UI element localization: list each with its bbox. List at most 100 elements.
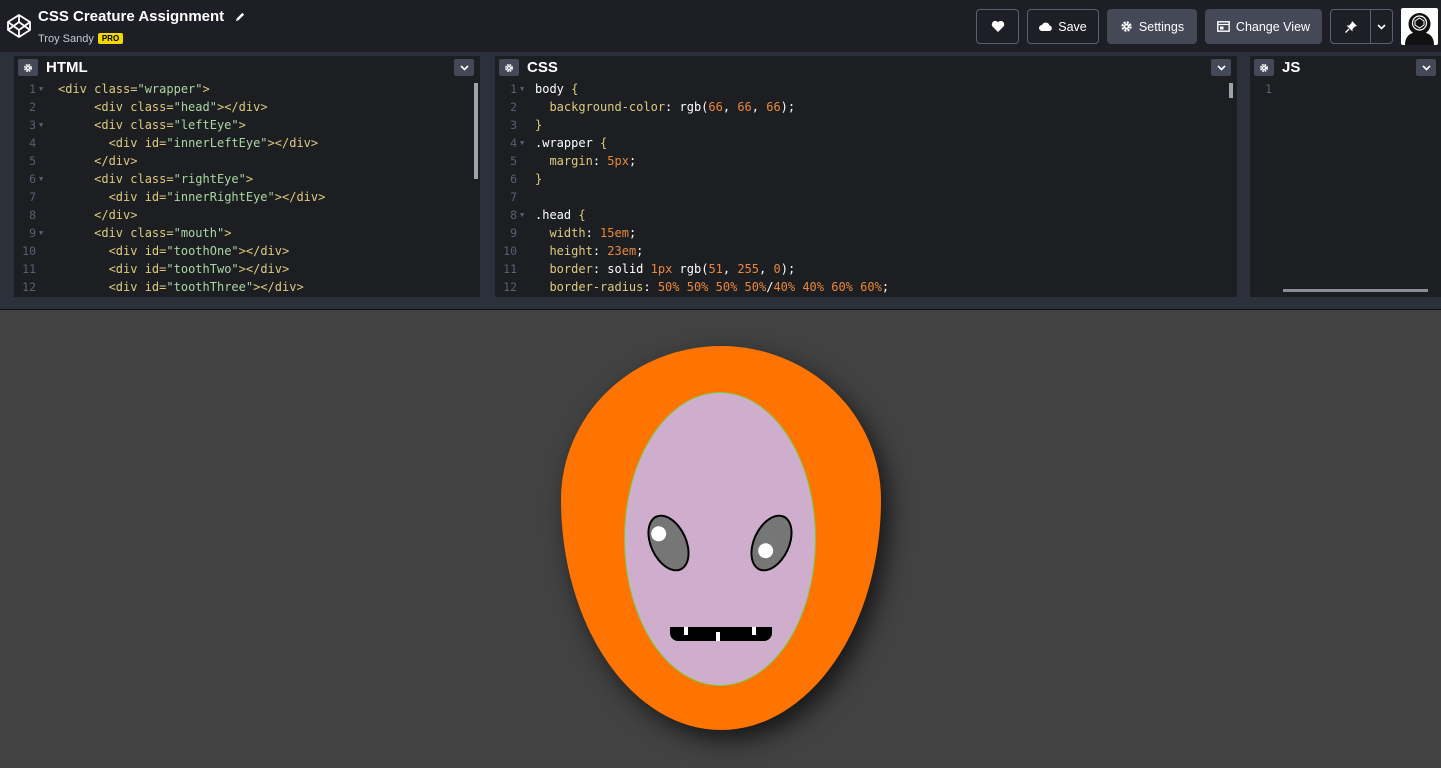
js-editor[interactable]: JS 1 [1250,56,1441,297]
code-token: "innerRightEye" [166,190,275,204]
code-line[interactable]: 1 ▼ <div class="wrapper"> [14,80,480,98]
code-line[interactable]: 10 height: 23em; [495,242,1237,260]
fold-arrow-icon[interactable]: ▼ [39,80,43,98]
chevron-down-icon [1421,64,1431,71]
save-label: Save [1058,19,1087,34]
line-number: 7 [29,190,36,204]
code-text: <div id="innerRightEye"></div> [58,188,326,206]
code-line[interactable]: 12 <div id="toothThree"></div> [14,278,480,296]
creature-tooth-one [684,627,688,635]
save-button[interactable]: Save [1027,9,1099,44]
code-line[interactable]: 5 margin: 5px; [495,152,1237,170]
author-name[interactable]: Troy Sandy [38,33,94,45]
code-token: <div [108,262,145,276]
code-text: } [535,116,542,134]
code-token: 1px [650,262,673,276]
fold-arrow-icon[interactable]: ▼ [39,170,43,188]
code-line[interactable]: 6} [495,170,1237,188]
js-editor-menu-button[interactable] [1416,59,1436,76]
code-token: id= [144,262,167,276]
js-horizontal-scrollbar[interactable] [1283,289,1428,292]
line-number: 6 [29,172,36,186]
code-token: height [549,244,593,258]
code-line[interactable]: 1 ▼ body { [495,80,1237,98]
pen-title[interactable]: CSS Creature Assignment [38,8,224,25]
change-view-button[interactable]: Change View [1205,9,1322,44]
creature-tooth-three [752,627,756,635]
pin-button[interactable] [1330,9,1371,44]
code-token: rgb( [672,262,709,276]
html-editor-title: HTML [46,59,88,76]
codepen-logo-icon[interactable] [6,13,32,39]
code-token: "toothThree" [166,280,254,294]
css-editor[interactable]: CSS 1 ▼ body {2 background-color: rgb(66, … [495,56,1237,297]
code-line[interactable]: 5 </div> [14,152,480,170]
css-settings-button[interactable] [499,59,519,76]
pin-menu-button[interactable] [1371,9,1393,44]
code-line[interactable]: 10 <div id="toothOne"></div> [14,242,480,260]
code-line[interactable]: 8 ▼ .head { [495,206,1237,224]
code-text: body { [535,80,578,98]
user-avatar[interactable] [1401,8,1438,45]
code-line[interactable]: 8 </div> [14,206,480,224]
resize-handle[interactable] [0,297,1441,310]
fold-arrow-icon[interactable]: ▼ [39,224,43,242]
code-line[interactable]: 9 ▼ <div class="mouth"> [14,224,480,242]
code-token: 15em [600,226,629,240]
creature-right-pupil [755,540,776,561]
html-settings-button[interactable] [18,59,38,76]
code-line[interactable]: 2 background-color: rgb(66, 66, 66); [495,98,1237,116]
code-token: 66 [708,100,723,114]
code-token: "mouth" [173,226,225,240]
code-token: <div [94,118,131,132]
code-token: width [549,226,586,240]
code-token: , [751,100,767,114]
html-editor-menu-button[interactable] [454,59,474,76]
js-settings-button[interactable] [1254,59,1274,76]
html-editor[interactable]: HTML 1 ▼ <div class="wrapper"> 2 <div class… [14,56,480,297]
js-code-area[interactable]: 1 [1250,80,1441,297]
code-line[interactable]: 4 ▼ .wrapper { [495,134,1237,152]
like-button[interactable] [976,9,1019,44]
code-line[interactable]: 6 ▼ <div class="rightEye"> [14,170,480,188]
code-line[interactable]: 3} [495,116,1237,134]
code-token: } [535,118,543,132]
fold-arrow-icon[interactable]: ▼ [39,116,43,134]
fold-arrow-icon[interactable]: ▼ [520,134,524,152]
css-editor-title: CSS [527,59,558,76]
code-line[interactable]: 4 <div id="innerLeftEye"></div> [14,134,480,152]
code-line[interactable]: 3 ▼ <div class="leftEye"> [14,116,480,134]
line-number: 5 [29,154,36,168]
code-line[interactable]: 7 <div id="innerRightEye"></div> [14,188,480,206]
code-token: , [722,262,738,276]
settings-button[interactable]: Settings [1107,9,1197,44]
html-scrollbar[interactable] [474,83,478,179]
code-line[interactable]: 9 width: 15em; [495,224,1237,242]
code-line[interactable]: 1 [1250,80,1441,98]
code-text: .wrapper { [535,134,607,152]
code-line[interactable]: 7 [495,188,1237,206]
code-line[interactable]: 11 <div id="toothTwo"></div> [14,260,480,278]
css-editor-menu-button[interactable] [1211,59,1231,76]
css-scrollbar[interactable] [1229,83,1233,98]
css-code-area[interactable]: 1 ▼ body {2 background-color: rgb(66, 66, … [495,80,1237,297]
creature-mouth [670,627,772,641]
code-line[interactable]: 12 border-radius: 50% 50% 50% 50%/40% 40… [495,278,1237,296]
code-line[interactable]: 2 <div class="head"></div> [14,98,480,116]
fold-arrow-icon[interactable]: ▼ [520,80,524,98]
code-token: "head" [173,100,217,114]
pin-icon [1344,20,1357,33]
editor-area: HTML 1 ▼ <div class="wrapper"> 2 <div class… [0,52,1441,297]
pencil-icon[interactable] [235,11,246,22]
code-token: class= [94,82,138,96]
html-code-area[interactable]: 1 ▼ <div class="wrapper"> 2 <div class="hea… [14,80,480,297]
fold-arrow-icon[interactable]: ▼ [520,206,524,224]
code-line[interactable]: 11 border: solid 1px rgb(51, 255, 0); [495,260,1237,278]
